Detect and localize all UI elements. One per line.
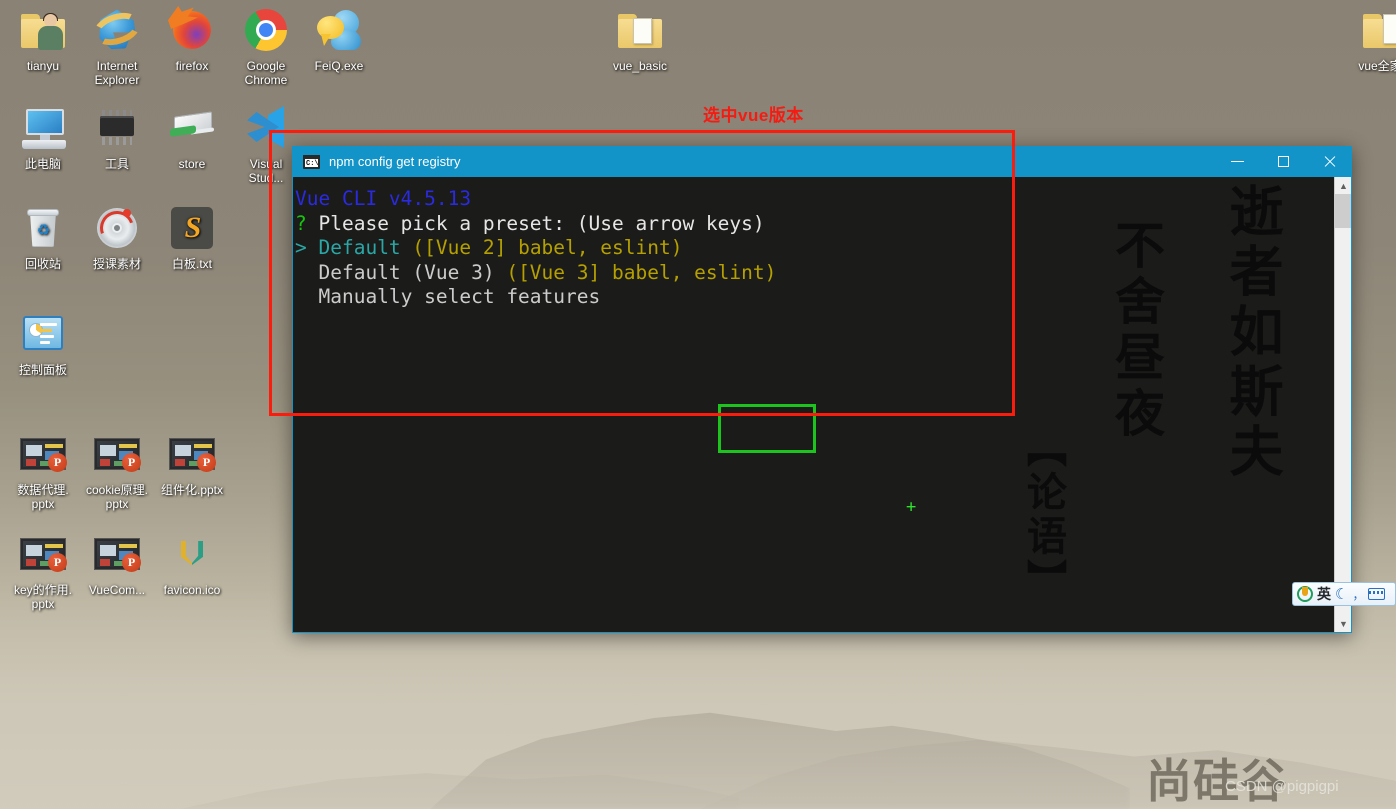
- terminal-prompt-marker: ?: [295, 211, 307, 235]
- desktop-icon-10[interactable]: store: [155, 104, 229, 171]
- desktop-icon-14[interactable]: S 白板.txt: [155, 204, 229, 271]
- terminal-option-manual[interactable]: Manually select features: [295, 285, 600, 308]
- desktop-icon-16[interactable]: P 数据代理. pptx: [6, 430, 80, 511]
- scrollbar-thumb[interactable]: [1335, 194, 1351, 228]
- desktop-icon-3[interactable]: firefox: [155, 6, 229, 73]
- desktop-icon-13[interactable]: 授课素材: [80, 204, 154, 271]
- desktop-icon-label: FeiQ.exe: [314, 59, 364, 73]
- desktop-icon-12[interactable]: ♻ 回收站: [6, 204, 80, 271]
- desktop-icon-18[interactable]: P 组件化.pptx: [155, 430, 229, 497]
- controlpanel-icon: [19, 310, 67, 358]
- desktop-icon-15[interactable]: 控制面板: [6, 310, 80, 377]
- pptx-icon: P: [19, 530, 67, 578]
- desktop-icon-label: 组件化.pptx: [160, 483, 224, 497]
- desktop-icon-label: vue全家...: [1358, 59, 1396, 73]
- desktop-icon-label: 授课素材: [92, 257, 141, 271]
- terminal-option-vue2-label[interactable]: Default: [307, 236, 413, 259]
- vscode-icon: [242, 104, 290, 152]
- terminal-window[interactable]: C:\ npm config get registry 逝者如斯夫 不舍昼夜 【…: [292, 146, 1352, 633]
- desktop-icon-label: Google Chrome: [244, 59, 288, 87]
- cmd-icon: C:\: [303, 154, 320, 169]
- disc-icon: [93, 204, 141, 252]
- moon-icon[interactable]: ☾: [1335, 585, 1348, 603]
- favicon-icon: [168, 530, 216, 578]
- desktop-icon-21[interactable]: favicon.ico: [155, 530, 229, 597]
- desktop-icon-label: cookie原理. pptx: [85, 483, 149, 511]
- chrome-icon: [242, 6, 290, 54]
- firefox-icon: [168, 6, 216, 54]
- vue-version-highlight-box: [718, 404, 816, 453]
- desktop-icon-4[interactable]: Google Chrome: [229, 6, 303, 87]
- terminal-body[interactable]: 逝者如斯夫 不舍昼夜 【论语】 Vue CLI v4.5.13 ? Please…: [292, 177, 1352, 633]
- desktop-icon-19[interactable]: Pkey的作用. pptx: [6, 530, 80, 611]
- terminal-prompt-question: Please pick a preset:: [306, 211, 577, 235]
- desktop-icon-label: firefox: [175, 59, 209, 73]
- pptx-icon: P: [93, 430, 141, 478]
- terminal-prompt-hint: (Use arrow keys): [576, 211, 765, 235]
- desktop-icon-label: Internet Explorer: [94, 59, 140, 87]
- desktop-icon-label: store: [178, 157, 206, 171]
- terminal-output: Vue CLI v4.5.13 ? Please pick a preset: …: [293, 177, 1351, 310]
- wallpaper-calligraphy-col3: 【论语】: [1020, 427, 1067, 603]
- desktop-icon-5[interactable]: FeiQ.exe: [302, 6, 376, 73]
- pptx-icon: P: [93, 530, 141, 578]
- minimize-button[interactable]: [1214, 146, 1260, 177]
- desktop-icon-17[interactable]: Pcookie原理. pptx: [80, 430, 154, 511]
- annotation-label: 选中vue版本: [703, 106, 804, 125]
- desktop-icon-20[interactable]: P VueCom...: [80, 530, 154, 597]
- ime-toolbar[interactable]: 英 ☾ ，: [1292, 582, 1396, 606]
- sogou-logo-icon[interactable]: [1297, 586, 1313, 602]
- computer-icon: [19, 104, 67, 152]
- desktop-icon-label: tianyu: [26, 59, 60, 73]
- desktop-icon-label: 白板.txt: [171, 257, 212, 271]
- desktop-icon-6[interactable]: vue_basic: [603, 6, 677, 73]
- desktop-icon-2[interactable]: Internet Explorer: [80, 6, 154, 87]
- desktop-icon-label: 控制面板: [18, 363, 67, 377]
- terminal-scrollbar[interactable]: ▲ ▼: [1334, 177, 1351, 632]
- folder-files-icon: [1361, 6, 1396, 54]
- desktop-icon-8[interactable]: 此电脑: [6, 104, 80, 171]
- desktop-icon-label: favicon.ico: [163, 583, 221, 597]
- punctuation-icon[interactable]: ，: [1352, 586, 1364, 603]
- folder-user-icon: [19, 6, 67, 54]
- desktop-icon-label: key的作用. pptx: [13, 583, 72, 611]
- ie-icon: [89, 6, 145, 54]
- minimize-icon: [1230, 161, 1244, 162]
- recyclebin-icon: ♻: [19, 204, 67, 252]
- csdn-watermark: CSDN @pigpigpi: [1225, 778, 1339, 795]
- close-icon: [1323, 155, 1336, 168]
- feiq-icon: [315, 6, 363, 54]
- terminal-title-text: npm config get registry: [329, 154, 461, 169]
- terminal-title-bar[interactable]: C:\ npm config get registry: [292, 146, 1352, 177]
- pptx-icon: P: [168, 430, 216, 478]
- terminal-option-vue3-detail[interactable]: ([Vue 3] babel, eslint): [506, 261, 776, 284]
- terminal-cursor: +: [906, 497, 917, 517]
- scroll-down-icon[interactable]: ▼: [1335, 615, 1351, 632]
- chip-icon: [93, 104, 141, 152]
- store-icon: [168, 104, 216, 152]
- desktop-icon-label: 数据代理. pptx: [17, 483, 69, 511]
- desktop-icon-7[interactable]: vue全家...: [1348, 6, 1396, 73]
- desktop-icon-1[interactable]: tianyu: [6, 6, 80, 73]
- ime-language-mode[interactable]: 英: [1317, 584, 1331, 604]
- desktop-icon-label: vue_basic: [612, 59, 668, 73]
- desktop-icon-label: 工具: [104, 157, 129, 171]
- maximize-button[interactable]: [1260, 146, 1306, 177]
- terminal-line-version: Vue CLI v4.5.13: [295, 187, 472, 210]
- sublime-icon: S: [168, 204, 216, 252]
- pptx-icon: P: [19, 430, 67, 478]
- maximize-icon: [1277, 156, 1289, 167]
- scroll-up-icon[interactable]: ▲: [1335, 177, 1351, 194]
- folder-open-icon: [616, 6, 664, 54]
- terminal-option-vue3-label[interactable]: Default (Vue 3): [295, 261, 506, 284]
- terminal-selection-caret: >: [295, 236, 307, 259]
- terminal-option-vue2-detail[interactable]: ([Vue 2] babel, eslint): [412, 236, 682, 259]
- desktop-icon-label: VueCom...: [88, 583, 146, 597]
- keyboard-icon[interactable]: [1368, 588, 1386, 600]
- desktop-icon-label: 此电脑: [24, 157, 61, 171]
- close-button[interactable]: [1306, 146, 1352, 177]
- desktop-icon-label: 回收站: [24, 257, 61, 271]
- desktop-icon-9[interactable]: 工具: [80, 104, 154, 171]
